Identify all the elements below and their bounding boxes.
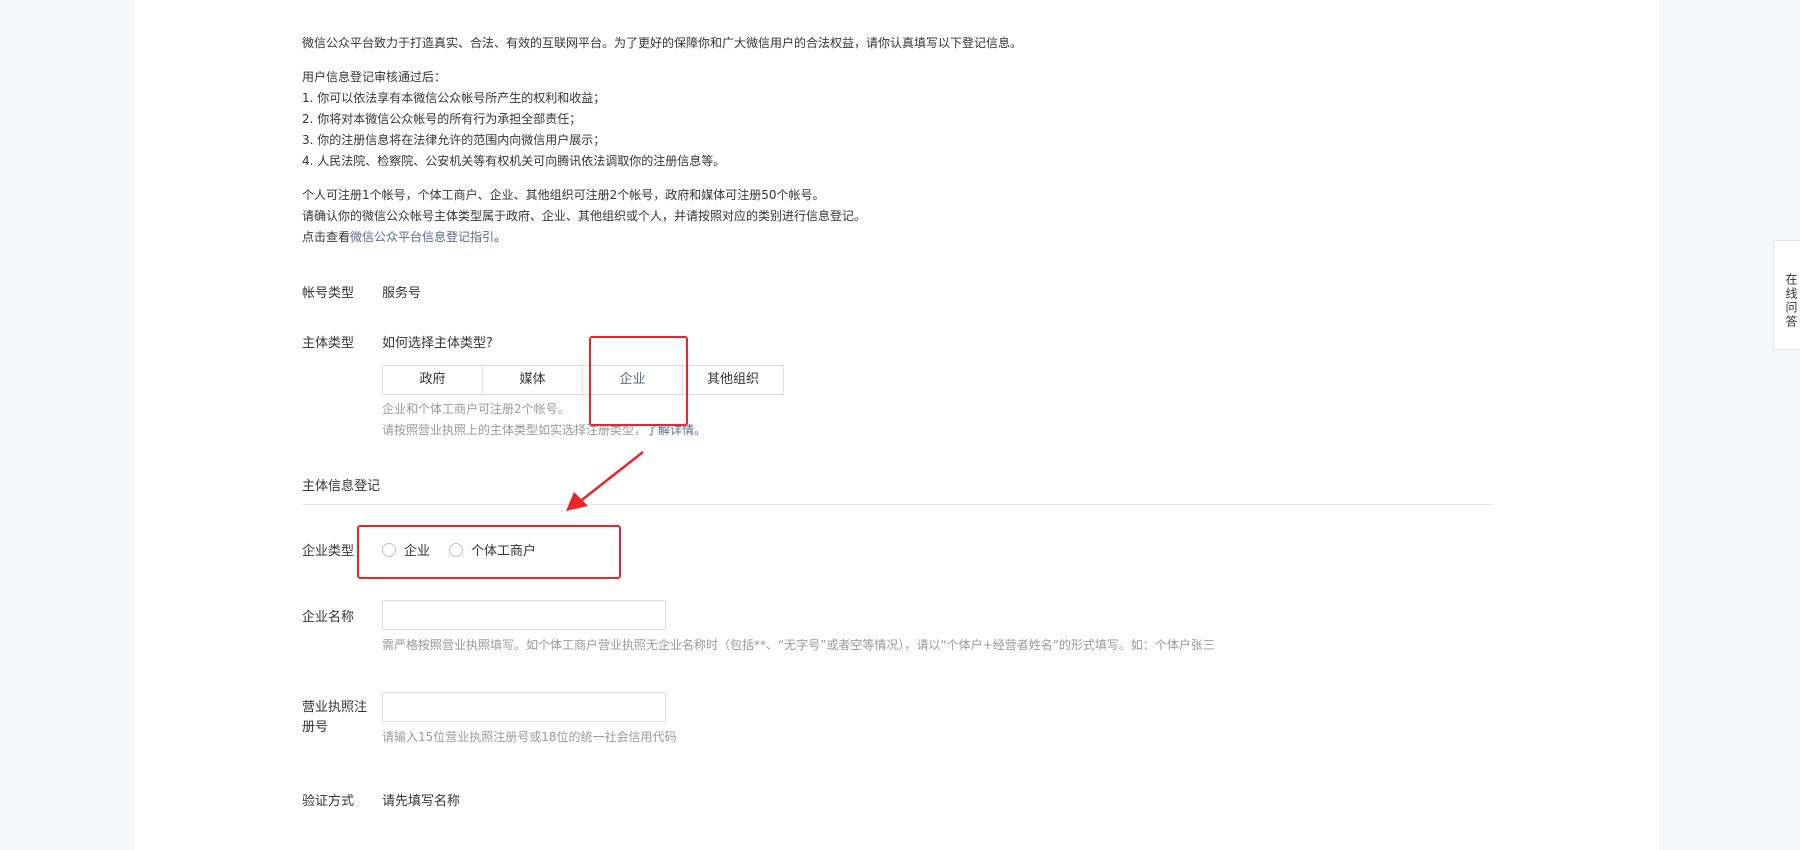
intro-text: 微信公众平台致力于打造真实、合法、有效的互联网平台。为了更好的保障你和广大微信用… xyxy=(302,36,1023,50)
subject-type-help-link[interactable]: 如何选择主体类型? xyxy=(382,332,493,351)
verify-value: 请先填写名称 xyxy=(382,794,461,809)
enterprise-name-label: 企业名称 xyxy=(302,610,355,625)
enterprise-name-hint: 需严格按照营业执照填写。如个体工商户营业执照无企业名称时（包括**、“无字号”或… xyxy=(382,638,1215,652)
subject-type-label: 主体类型 xyxy=(302,336,355,351)
confirm-text: 请确认你的微信公众帐号主体类型属于政府、企业、其他组织或个人，并请按照对应的类别… xyxy=(302,209,867,223)
verify-label: 验证方式 xyxy=(302,794,355,809)
license-no-label-line2: 册号 xyxy=(302,720,329,735)
section-title: 主体信息登记 xyxy=(302,479,381,494)
annotation-box-enterprise-type xyxy=(357,525,621,579)
license-no-label: 营业执照注 册号 xyxy=(302,698,367,738)
license-no-hint: 请输入15位营业执照注册号或18位的统一社会信用代码 xyxy=(382,730,677,744)
subject-option-media[interactable]: 媒体 xyxy=(483,366,583,394)
subject-option-other[interactable]: 其他组织 xyxy=(683,366,783,394)
license-no-label-line1: 营业执照注 xyxy=(302,700,368,715)
audit-item: 3. 你的注册信息将在法律允许的范围内向微信用户展示； xyxy=(302,133,606,147)
audit-item: 1. 你可以依法享有本微信公众帐号所产生的权利和收益； xyxy=(302,91,606,105)
guide-line: 点击查看微信公众平台信息登记指引。 xyxy=(302,227,506,247)
license-no-input[interactable] xyxy=(382,692,666,722)
subject-type-selector: 政府 媒体 企业 其他组织 xyxy=(382,365,784,395)
section-divider xyxy=(302,504,1492,505)
enterprise-name-input[interactable] xyxy=(382,600,666,630)
guide-prefix: 点击查看 xyxy=(302,230,351,244)
subject-option-government[interactable]: 政府 xyxy=(383,366,483,394)
audit-title: 用户信息登记审核通过后： xyxy=(302,70,447,84)
limit-text: 个人可注册1个帐号，个体工商户、企业、其他组织可注册2个帐号，政府和媒体可注册5… xyxy=(302,188,825,202)
guide-link[interactable]: 微信公众平台信息登记指引 xyxy=(350,230,494,244)
annotation-box-enterprise xyxy=(589,336,688,426)
account-type-label: 帐号类型 xyxy=(302,286,355,301)
subject-hint: 企业和个体工商户可注册2个帐号。 xyxy=(382,402,570,416)
audit-item: 4. 人民法院、检察院、公安机关等有权机关可向腾讯依法调取你的注册信息等。 xyxy=(302,154,726,168)
enterprise-type-label: 企业类型 xyxy=(302,544,355,559)
guide-suffix: 。 xyxy=(494,230,507,244)
account-type-value: 服务号 xyxy=(382,286,422,301)
audit-item: 2. 你将对本微信公众帐号的所有行为承担全部责任； xyxy=(302,112,582,126)
online-qa-tab[interactable]: 在线问答 xyxy=(1773,240,1800,350)
annotation-arrow-icon xyxy=(566,451,644,511)
